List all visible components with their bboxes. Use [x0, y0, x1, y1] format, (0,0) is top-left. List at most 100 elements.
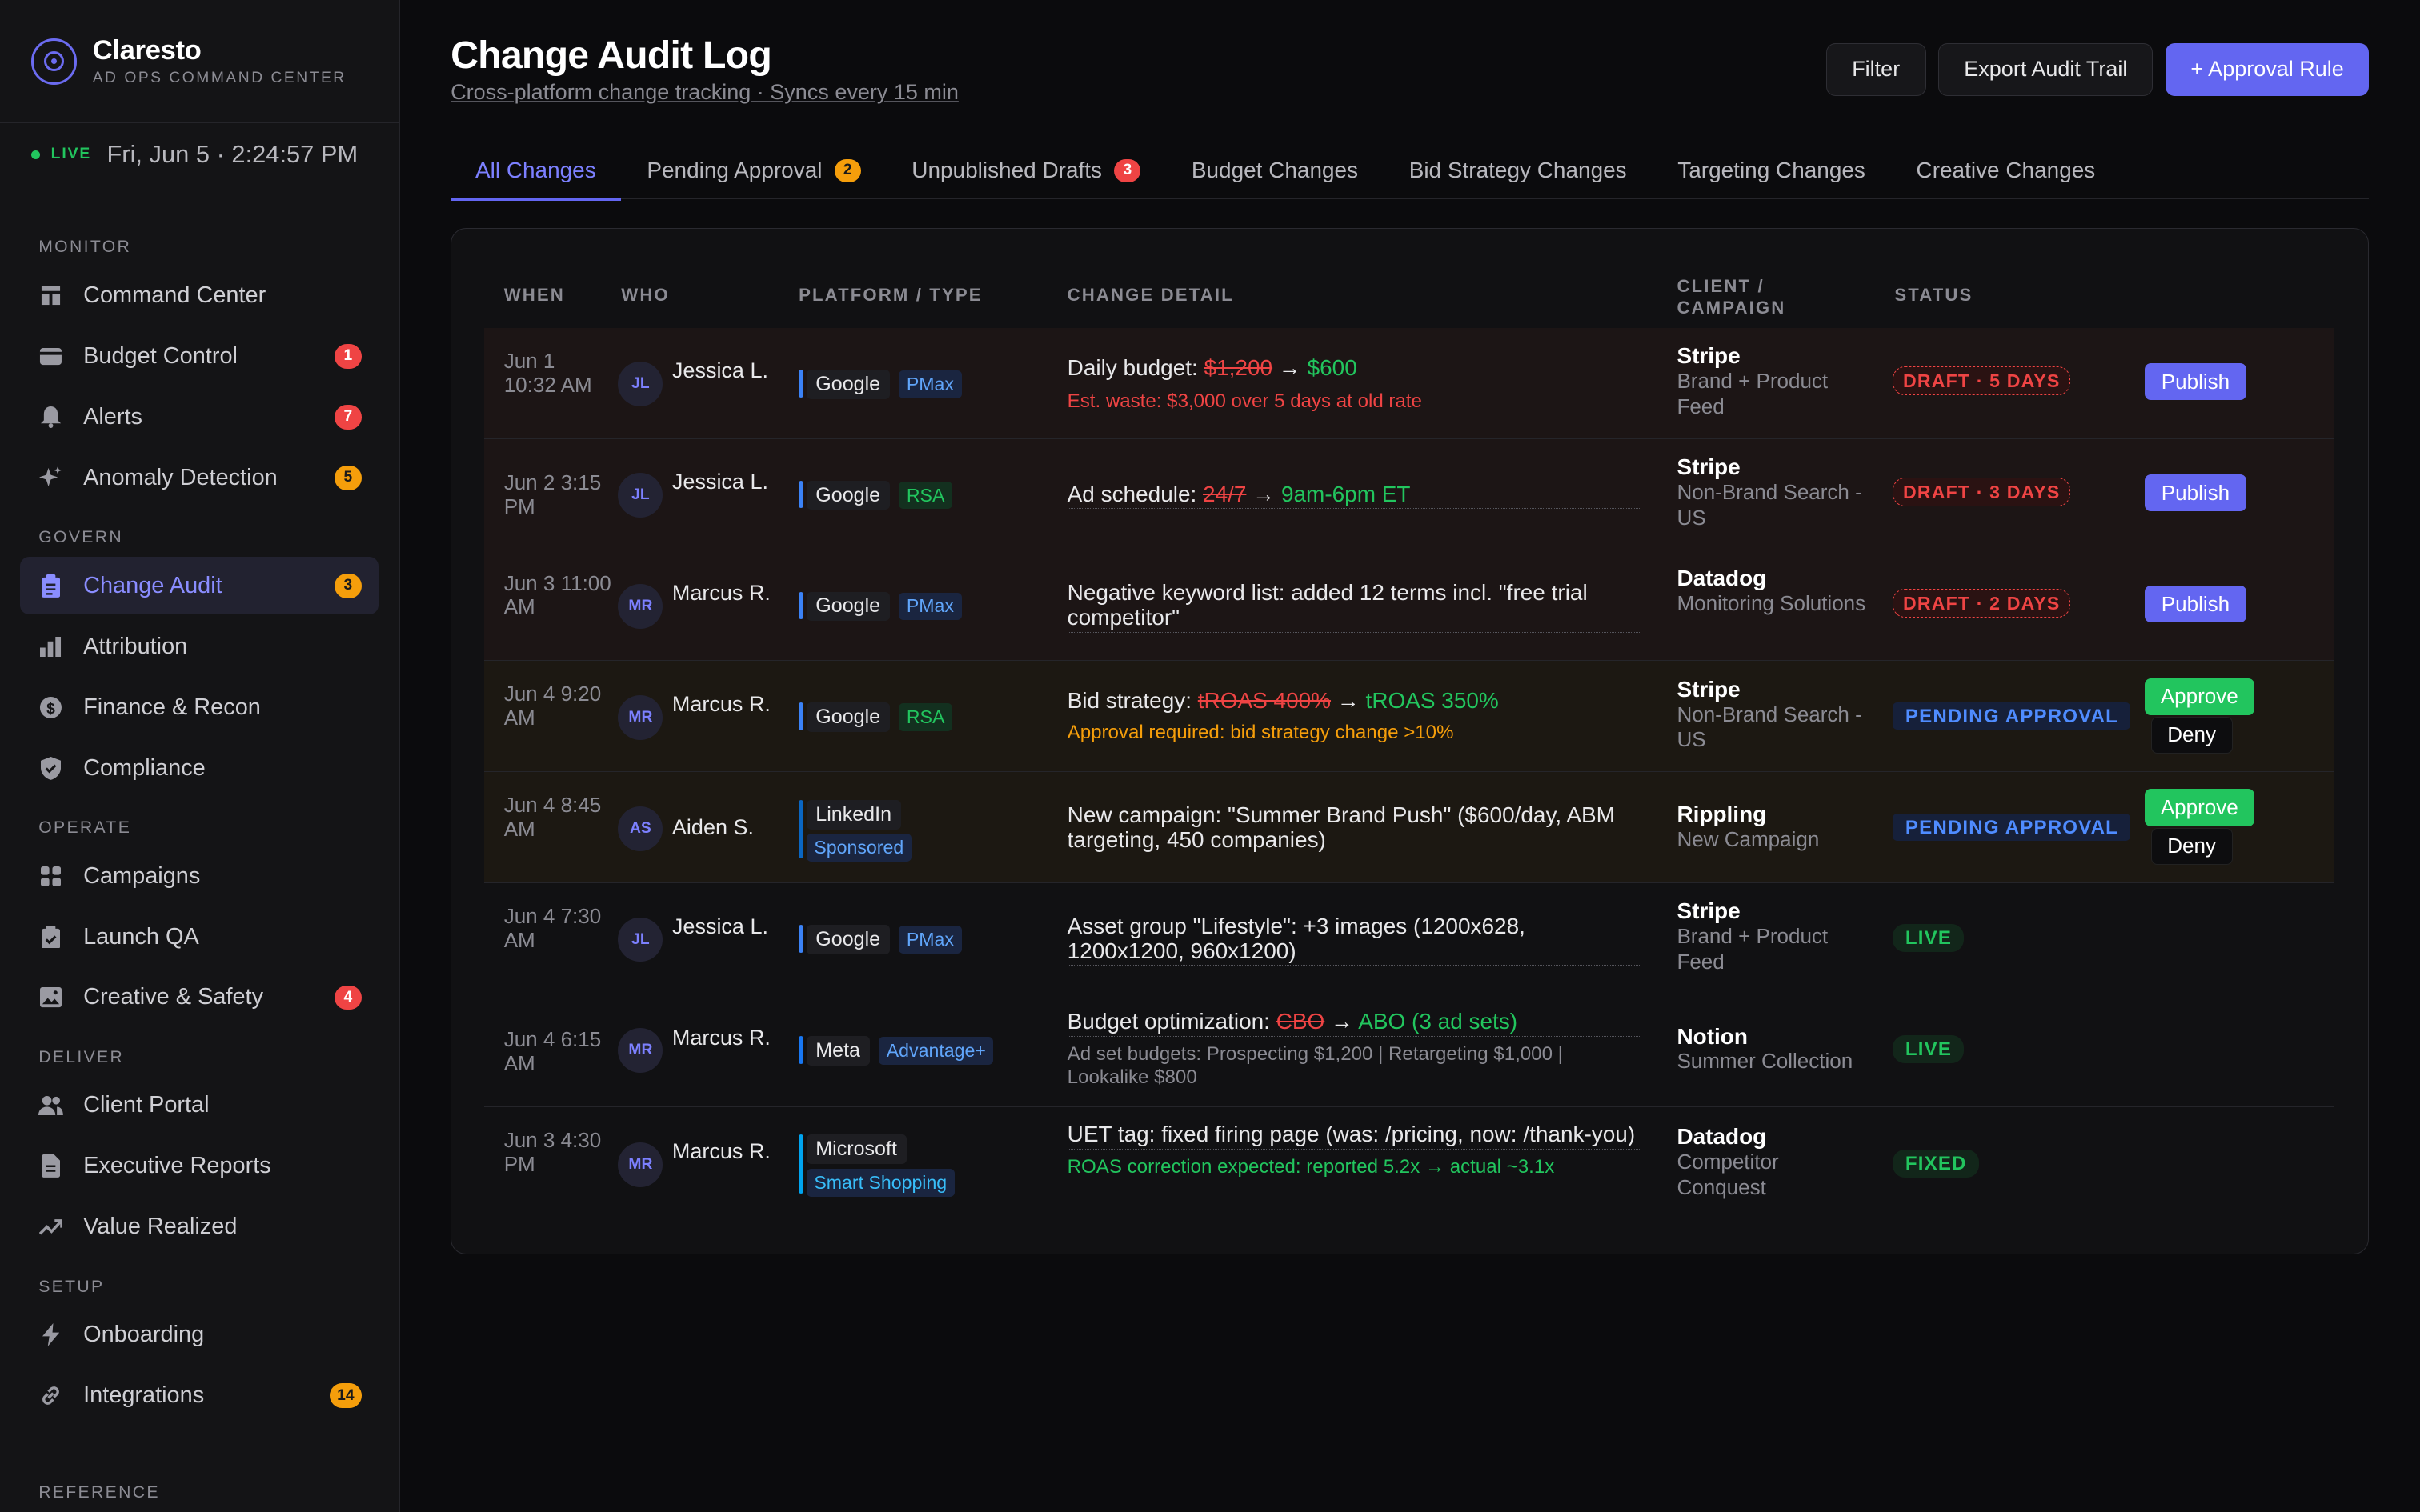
client-name: Stripe [1677, 898, 1741, 924]
platform-bar [799, 591, 803, 620]
approve-button[interactable]: Approve [2144, 678, 2254, 715]
sidebar-item-campaigns[interactable]: Campaigns [20, 847, 379, 904]
client-name: Notion [1677, 1023, 1748, 1049]
tab-creative-changes[interactable]: Creative Changes [1892, 142, 2120, 198]
tab-bid-strategy-changes[interactable]: Bid Strategy Changes [1384, 142, 1652, 198]
sidebar-item-anomaly-detection[interactable]: Anomaly Detection 5 [20, 450, 379, 506]
status: LIVE [1893, 1035, 1965, 1063]
col-platform[interactable]: PLATFORM / TYPE [799, 285, 983, 306]
sidebar-item-label: Alerts [83, 403, 142, 430]
dollar-icon: $ [38, 695, 63, 720]
sidebar-item-attribution[interactable]: Attribution [20, 618, 379, 674]
sidebar-item-budget-control[interactable]: Budget Control 1 [20, 328, 379, 385]
sidebar-item-integrations[interactable]: Integrations 14 [20, 1367, 379, 1424]
tab-targeting-changes[interactable]: Targeting Changes [1653, 142, 1889, 198]
export-audit-trail-button[interactable]: Export Audit Trail [1938, 43, 2154, 96]
tab-label: Bid Strategy Changes [1408, 158, 1627, 183]
sidebar-item-change-audit[interactable]: Change Audit 3 [20, 557, 379, 614]
tab-pending-approval[interactable]: Pending Approval 2 [622, 142, 885, 198]
platform-name: Google [806, 925, 890, 954]
platform-name: Microsoft [806, 1134, 907, 1165]
tab-label: Pending Approval [647, 158, 823, 183]
publish-button[interactable]: Publish [2144, 585, 2247, 623]
campaign-type: RSA [899, 481, 953, 510]
approve-button[interactable]: Approve [2144, 789, 2254, 826]
deny-button[interactable]: Deny [2150, 716, 2233, 754]
client-campaign: Rippling New Campaign [1677, 802, 1869, 853]
table-row[interactable]: Jun 4 9:20 AM MR Marcus R. Google RSA Bid… [483, 661, 2335, 773]
table-row[interactable]: Jun 3 4:30 PM MR Marcus R. Microsoft Smar… [484, 1107, 2334, 1222]
deny-button[interactable]: Deny [2150, 827, 2233, 865]
platform-bar [799, 1134, 803, 1194]
client-name: Datadog [1677, 565, 1767, 590]
sidebar-item-launch-qa[interactable]: Launch QA [20, 908, 379, 965]
col-campaign-label: CAMPAIGN [1677, 298, 1786, 318]
col-status[interactable]: STATUS [1894, 285, 1973, 306]
tab-unpublished-drafts[interactable]: Unpublished Drafts 3 [887, 142, 1165, 198]
table-row[interactable]: Jun 4 7:30 AM JL Jessica L. Google PMax A… [483, 883, 2335, 994]
table-row[interactable]: Jun 4 8:45 AM AS Aiden S. LinkedIn Sponso… [483, 772, 2335, 884]
sidebar-item-client-portal[interactable]: Client Portal [20, 1077, 379, 1134]
sidebar-item-command-center[interactable]: Command Center [20, 267, 379, 324]
detail-line: New campaign: "Summer Brand Push" ($600/… [1067, 802, 1615, 852]
platform-type: Google PMax [799, 369, 1046, 399]
logo-icon [30, 38, 78, 85]
campaign-type: PMax [899, 926, 962, 954]
svg-text:$: $ [46, 700, 55, 717]
status-badge: DRAFT · 3 DAYS [1893, 478, 2071, 506]
table-row[interactable]: Jun 3 11:00 AM MR Marcus R. Google PMax N… [483, 550, 2335, 662]
count-badge: 5 [334, 465, 363, 490]
status-badge: DRAFT · 2 DAYS [1893, 588, 2071, 618]
campaign-type: RSA [899, 703, 953, 732]
sidebar-item-onboarding[interactable]: Onboarding [20, 1306, 379, 1363]
tab-budget-changes[interactable]: Budget Changes [1167, 142, 1383, 198]
tab-label: Targeting Changes [1677, 158, 1865, 183]
arrow-icon: → [1331, 1009, 1354, 1034]
platform-type: Google PMax [799, 591, 1046, 622]
sidebar-item-label: Anomaly Detection [83, 464, 278, 490]
detail-prefix: Daily budget: [1067, 354, 1204, 380]
avatar: AS [618, 806, 663, 851]
tab-label: Budget Changes [1191, 158, 1359, 183]
table-row[interactable]: Jun 4 6:15 AM MR Marcus R. Meta Advantage… [483, 994, 2335, 1107]
publish-button[interactable]: Publish [2144, 363, 2247, 401]
col-when[interactable]: WHEN [504, 285, 565, 306]
detail-note: ROAS correction expected: reported 5.2x … [1067, 1155, 1555, 1178]
col-client-label: CLIENT / [1677, 276, 1765, 297]
sidebar-item-executive-reports[interactable]: Executive Reports [20, 1138, 379, 1194]
col-client-campaign[interactable]: CLIENT / CAMPAIGN [1677, 275, 1785, 318]
publish-button[interactable]: Publish [2144, 474, 2247, 512]
section-reference: REFERENCE [38, 1483, 160, 1502]
who: Jessica L. [671, 358, 768, 383]
count-badge: 3 [334, 573, 363, 598]
old-value: 24/7 [1203, 481, 1247, 506]
campaign-name: New Campaign [1677, 826, 1820, 851]
sidebar-item-label: Command Center [83, 282, 266, 308]
col-who[interactable]: WHO [621, 285, 670, 306]
new-value: $600 [1307, 354, 1357, 380]
status: PENDING APPROVAL [1893, 813, 2131, 842]
brand-subtitle: AD OPS COMMAND CENTER [92, 70, 347, 87]
tab-all-changes[interactable]: All Changes [451, 142, 621, 201]
client-campaign: Stripe Brand + Product Feed [1677, 898, 1869, 974]
who: Marcus R. [671, 581, 771, 606]
old-value: $1,200 [1204, 354, 1273, 380]
sidebar-item-value-realized[interactable]: Value Realized [20, 1198, 379, 1255]
platform-type: Google PMax [799, 925, 1046, 954]
sidebar-item-creative-safety[interactable]: Creative & Safety 4 [20, 969, 379, 1026]
add-approval-rule-button[interactable]: + Approval Rule [2165, 43, 2370, 96]
sidebar-item-compliance[interactable]: Compliance [20, 739, 379, 796]
col-change-detail[interactable]: CHANGE DETAIL [1068, 285, 1234, 306]
change-detail: New campaign: "Summer Brand Push" ($600/… [1067, 802, 1641, 853]
table-row[interactable]: Jun 2 3:15 PM JL Jessica L. Google RSA Ad… [483, 438, 2335, 550]
change-detail: Ad schedule: 24/7 → 9am-6pm ET [1067, 481, 1641, 510]
brand-header[interactable]: Claresto AD OPS COMMAND CENTER [0, 0, 399, 124]
sidebar-item-finance-recon[interactable]: $ Finance & Recon [20, 678, 379, 735]
table-row[interactable]: Jun 1 10:32 AM JL Jessica L. Google PMax … [483, 327, 2335, 439]
sidebar-item-alerts[interactable]: Alerts 7 [20, 389, 379, 446]
credit-card-icon [38, 344, 63, 369]
filter-button[interactable]: Filter [1825, 43, 1926, 96]
new-value: tROAS 350% [1365, 688, 1499, 714]
avatar: JL [618, 917, 663, 962]
sidebar-item-label: Compliance [83, 754, 206, 781]
